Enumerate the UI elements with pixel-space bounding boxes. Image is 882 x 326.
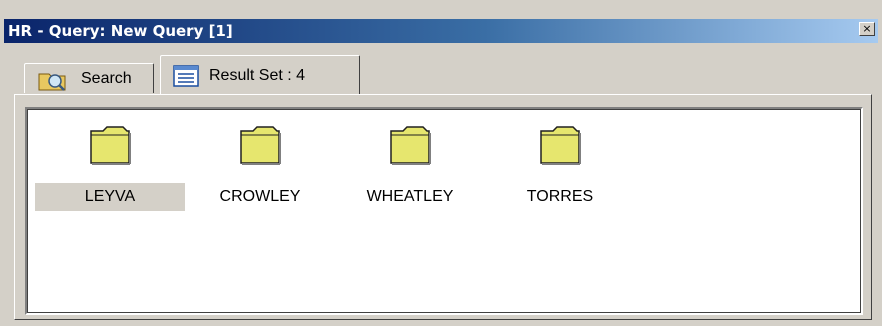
result-item-leyva[interactable]: LEYVA	[35, 123, 185, 213]
result-item-label: WHEATLEY	[366, 188, 454, 205]
folder-icon	[389, 123, 433, 171]
result-list[interactable]: LEYVA CROWLEY WHEATLEY TORRES	[25, 107, 863, 315]
result-item-crowley[interactable]: CROWLEY	[185, 123, 335, 213]
window-titlebar[interactable]: HR - Query: New Query [1] ×	[4, 19, 878, 43]
tab-result-set-label: Result Set : 4	[209, 67, 306, 84]
search-folder-icon	[35, 68, 71, 97]
result-item-torres[interactable]: TORRES	[485, 123, 635, 213]
result-item-wheatley[interactable]: WHEATLEY	[335, 123, 485, 213]
close-button[interactable]: ×	[859, 22, 875, 36]
query-window: HR - Query: New Query [1] × Search Resul…	[0, 0, 882, 326]
result-item-label: TORRES	[526, 188, 594, 205]
list-view-icon	[173, 65, 199, 92]
tab-content-panel: LEYVA CROWLEY WHEATLEY TORRES	[14, 94, 872, 320]
folder-icon	[539, 123, 583, 171]
tab-search[interactable]: Search	[24, 63, 154, 93]
close-icon: ×	[862, 22, 872, 35]
tab-result-set[interactable]: Result Set : 4	[160, 55, 360, 95]
tab-search-label: Search	[81, 70, 132, 87]
result-item-label: LEYVA	[35, 183, 185, 211]
window-title: HR - Query: New Query [1]	[8, 22, 233, 40]
folder-icon	[89, 123, 133, 171]
folder-icon	[239, 123, 283, 171]
result-item-label: CROWLEY	[219, 188, 301, 205]
